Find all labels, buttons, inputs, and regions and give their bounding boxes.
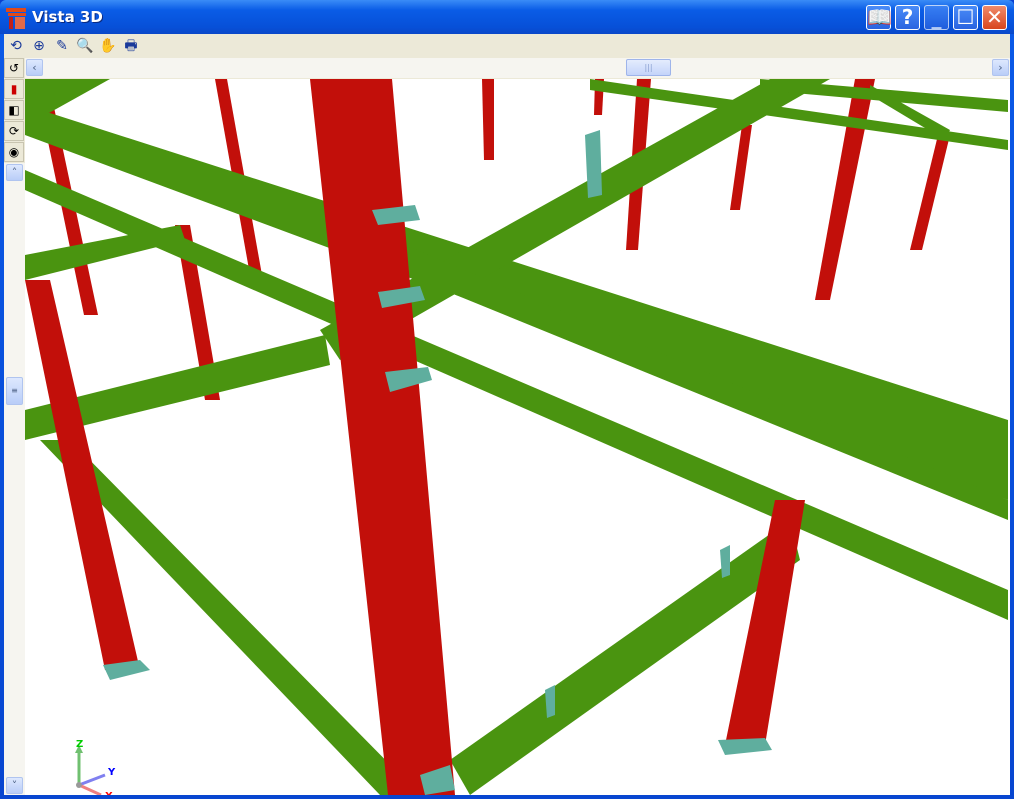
print-icon[interactable]: 🖶 [121, 36, 141, 56]
x-axis-arrow [78, 783, 102, 795]
scroll-up-button[interactable]: ˄ [6, 164, 23, 181]
beams [25, 79, 1008, 795]
vertical-scrollbar[interactable]: ˄ ≡ ˅ [4, 163, 25, 795]
pan-hand-icon[interactable]: ✋ [98, 36, 118, 56]
chart-icon[interactable]: ▮ [4, 79, 24, 99]
z-axis-label: Z [76, 739, 83, 750]
client-area: ⟲ ⊕ ✎ 🔍 ✋ 🖶 ↺ ▮ ◧ ⟳ ◉ ‹ ||| › ˄ ≡ ˅ Z Y … [4, 34, 1010, 795]
maximize-button[interactable]: ☐ [953, 5, 978, 30]
orbit-icon[interactable]: ⟳ [4, 121, 24, 141]
vertical-scroll-thumb[interactable]: ≡ [6, 377, 23, 405]
axis-indicator: Z Y X [75, 739, 116, 795]
y-axis-label: Y [107, 767, 116, 778]
x-axis-label: X [105, 791, 113, 795]
y-axis-arrow [78, 773, 106, 787]
window: Vista 3D 📖 ? _ ☐ ✕ ⟲ ⊕ ✎ 🔍 ✋ 🖶 ↺ ▮ ◧ ⟳ ◉… [0, 0, 1014, 799]
zoom-extents-icon[interactable]: ⊕ [29, 36, 49, 56]
book-icon: 📖 [867, 5, 892, 29]
help-book-button[interactable]: 📖 [866, 5, 892, 30]
close-button[interactable]: ✕ [982, 5, 1007, 30]
toolbar: ⟲ ⊕ ✎ 🔍 ✋ 🖶 [4, 34, 1010, 58]
box-view-icon[interactable]: ◧ [4, 100, 24, 120]
horizontal-scrollbar[interactable]: ‹ ||| › [25, 58, 1010, 78]
side-toolbar: ↺ ▮ ◧ ⟳ ◉ [4, 58, 25, 163]
structure-3d-model [25, 79, 1008, 795]
app-icon [6, 8, 26, 29]
window-title: Vista 3D [32, 8, 103, 26]
close-icon: ✕ [986, 5, 1003, 29]
scroll-left-button[interactable]: ‹ [26, 59, 43, 76]
minimize-button[interactable]: _ [924, 5, 949, 30]
main-columns [25, 79, 805, 795]
title-bar[interactable]: Vista 3D 📖 ? _ ☐ ✕ [0, 0, 1014, 34]
help-button[interactable]: ? [895, 5, 920, 30]
scroll-right-button[interactable]: › [992, 59, 1009, 76]
minimize-icon: _ [931, 5, 942, 29]
render-settings-icon[interactable]: ◉ [4, 142, 24, 162]
horizontal-scroll-thumb[interactable]: ||| [626, 59, 671, 76]
draw-icon[interactable]: ✎ [52, 36, 72, 56]
3d-viewport[interactable]: Z Y X [25, 79, 1010, 795]
undo-rotate-icon[interactable]: ↺ [4, 58, 24, 78]
scroll-down-button[interactable]: ˅ [6, 777, 23, 794]
zoom-window-icon[interactable]: 🔍 [75, 36, 95, 56]
maximize-icon: ☐ [956, 5, 975, 29]
rotate-view-icon[interactable]: ⟲ [6, 36, 26, 56]
